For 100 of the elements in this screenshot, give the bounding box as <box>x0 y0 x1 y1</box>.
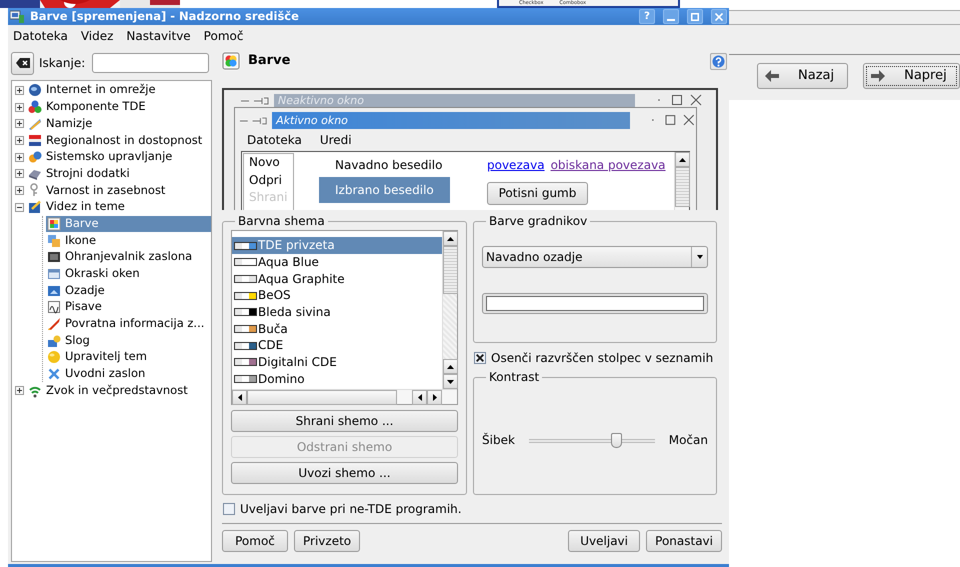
tree-item[interactable]: Sistemsko upravljanje <box>27 148 211 166</box>
style-icon <box>47 334 61 348</box>
checkbox[interactable] <box>223 503 235 516</box>
scroll-up-button[interactable] <box>675 152 690 167</box>
forward-button[interactable]: Naprej <box>863 63 960 89</box>
close-button[interactable] <box>711 9 727 24</box>
expand-toggle[interactable] <box>15 102 24 112</box>
list-item[interactable]: Bleda sivina <box>232 304 442 321</box>
window-icon <box>47 266 61 281</box>
list-item[interactable]: Aqua Graphite <box>232 270 442 288</box>
scroll-right-button[interactable] <box>427 390 442 406</box>
tree-item[interactable]: Upravitelj tem <box>46 349 211 366</box>
tree-item[interactable]: Barve <box>46 216 211 232</box>
scroll-up-button[interactable] <box>443 359 458 374</box>
list-item[interactable]: Domino <box>232 370 442 388</box>
module-title: Barve <box>248 53 290 69</box>
footer-button[interactable]: Privzeto <box>294 530 360 552</box>
scroll-left-button[interactable] <box>412 390 427 406</box>
pencil-icon <box>28 116 42 131</box>
menu-item[interactable]: Datoteka <box>13 28 68 44</box>
footer-button[interactable]: Pomoč <box>222 530 288 552</box>
back-button[interactable]: Nazaj <box>757 63 848 89</box>
minimize-icon <box>667 18 675 20</box>
font-icon <box>47 300 61 314</box>
tree-item[interactable]: Regionalnost in dostopnost <box>27 132 211 149</box>
check-mark-icon <box>476 354 484 362</box>
checkbox[interactable] <box>474 352 486 364</box>
search-label: Iskanje: <box>39 56 86 70</box>
tree-item[interactable]: Varnost in zasebnost <box>27 182 211 199</box>
arrow-left-icon <box>418 394 422 402</box>
widget-dropdown[interactable]: Navadno ozadje <box>482 246 708 268</box>
color-button[interactable] <box>482 293 708 314</box>
scheme-button[interactable]: Uvozi shemo ... <box>231 462 458 484</box>
help-button[interactable] <box>710 52 727 70</box>
window-controls-icon <box>240 96 270 104</box>
expand-toggle[interactable] <box>15 152 24 162</box>
minimize-button[interactable] <box>663 9 679 24</box>
color-swatch-icon <box>234 324 257 333</box>
color-swatch-icon <box>234 258 257 266</box>
scroll-down-button[interactable] <box>443 374 458 390</box>
menu-item[interactable]: Uredi <box>320 132 352 148</box>
footer-button[interactable]: Ponastavi <box>646 530 722 552</box>
expand-toggle[interactable] <box>15 186 24 195</box>
expand-toggle[interactable] <box>15 136 24 145</box>
group-title: Barvna shema <box>237 215 326 228</box>
checkbox-label: Uveljavi barve pri ne-TDE programih. <box>240 502 462 516</box>
footer-button[interactable]: Uveljavi <box>568 530 640 552</box>
link[interactable]: povezava <box>487 158 545 172</box>
help-icon <box>712 54 725 68</box>
tree-item[interactable]: Okraski oken <box>46 266 211 282</box>
picture-frame-icon <box>47 284 61 298</box>
menu-item[interactable]: Pomoč <box>204 28 244 44</box>
search-field[interactable] <box>92 53 210 73</box>
scroll-thumb[interactable] <box>443 246 458 294</box>
tree-item[interactable]: Ozadje <box>46 282 211 299</box>
slider-label: Močan <box>668 433 708 448</box>
clear-icon <box>16 57 30 69</box>
tree-item[interactable]: Videz in teme <box>27 198 211 216</box>
push-button[interactable]: Potisni gumb <box>487 182 588 205</box>
menu-item[interactable]: Novo <box>249 155 293 172</box>
list-item[interactable]: CDE <box>232 337 442 354</box>
tree-item[interactable]: Uvodni zaslon <box>46 366 211 382</box>
expand-toggle[interactable] <box>15 386 24 396</box>
tree-item[interactable]: Pisave <box>46 298 211 316</box>
slider-thumb[interactable] <box>610 432 622 448</box>
visited-link[interactable]: obiskana povezava <box>550 158 666 172</box>
list-item[interactable]: TDE privzeta <box>232 237 442 254</box>
expand-toggle[interactable] <box>15 202 24 212</box>
list-item[interactable]: BeOS <box>232 287 442 304</box>
expand-toggle[interactable] <box>15 86 24 95</box>
tree-item[interactable]: Ikone <box>46 232 211 249</box>
scroll-left-button[interactable] <box>232 390 247 406</box>
tree-item[interactable]: Zvok in večpredstavnost <box>27 382 211 400</box>
expand-toggle[interactable] <box>15 119 24 128</box>
list-item[interactable]: Aqua Blue <box>232 254 442 271</box>
gears-icon <box>28 150 42 164</box>
tree-item[interactable]: Internet in omrežje <box>27 82 211 99</box>
expand-toggle[interactable] <box>15 169 24 178</box>
menu-item[interactable]: Odpri <box>249 172 293 190</box>
pictures-icon <box>47 234 61 248</box>
maximize-button[interactable] <box>687 9 703 24</box>
tree-item[interactable]: Komponente TDE <box>27 98 211 116</box>
scroll-thumb[interactable] <box>675 167 690 207</box>
list-item[interactable]: Digitalni CDE <box>232 354 442 371</box>
clear-search-button[interactable] <box>11 52 34 74</box>
menu-item[interactable]: Datoteka <box>247 132 302 148</box>
list-item[interactable]: Buča <box>232 320 442 338</box>
scroll-up-button[interactable] <box>443 231 458 246</box>
arrow-up-icon <box>679 158 686 162</box>
selected-text: Izbrano besedilo <box>319 177 450 203</box>
scheme-button[interactable]: Shrani shemo ... <box>231 410 458 432</box>
menu-item[interactable]: Nastavitve <box>126 28 191 44</box>
tree-item[interactable]: Povratna informacija z... <box>46 316 211 332</box>
scroll-thumb[interactable] <box>247 390 397 406</box>
flag-icon <box>28 133 42 148</box>
tree-item[interactable]: Slog <box>46 332 211 349</box>
tree-item[interactable]: Strojni dodatki <box>27 165 211 182</box>
menu-item[interactable]: Videz <box>80 28 114 44</box>
tree-item[interactable]: Namizje <box>27 115 211 132</box>
tree-item[interactable]: Ohranjevalnik zaslona <box>46 248 211 266</box>
